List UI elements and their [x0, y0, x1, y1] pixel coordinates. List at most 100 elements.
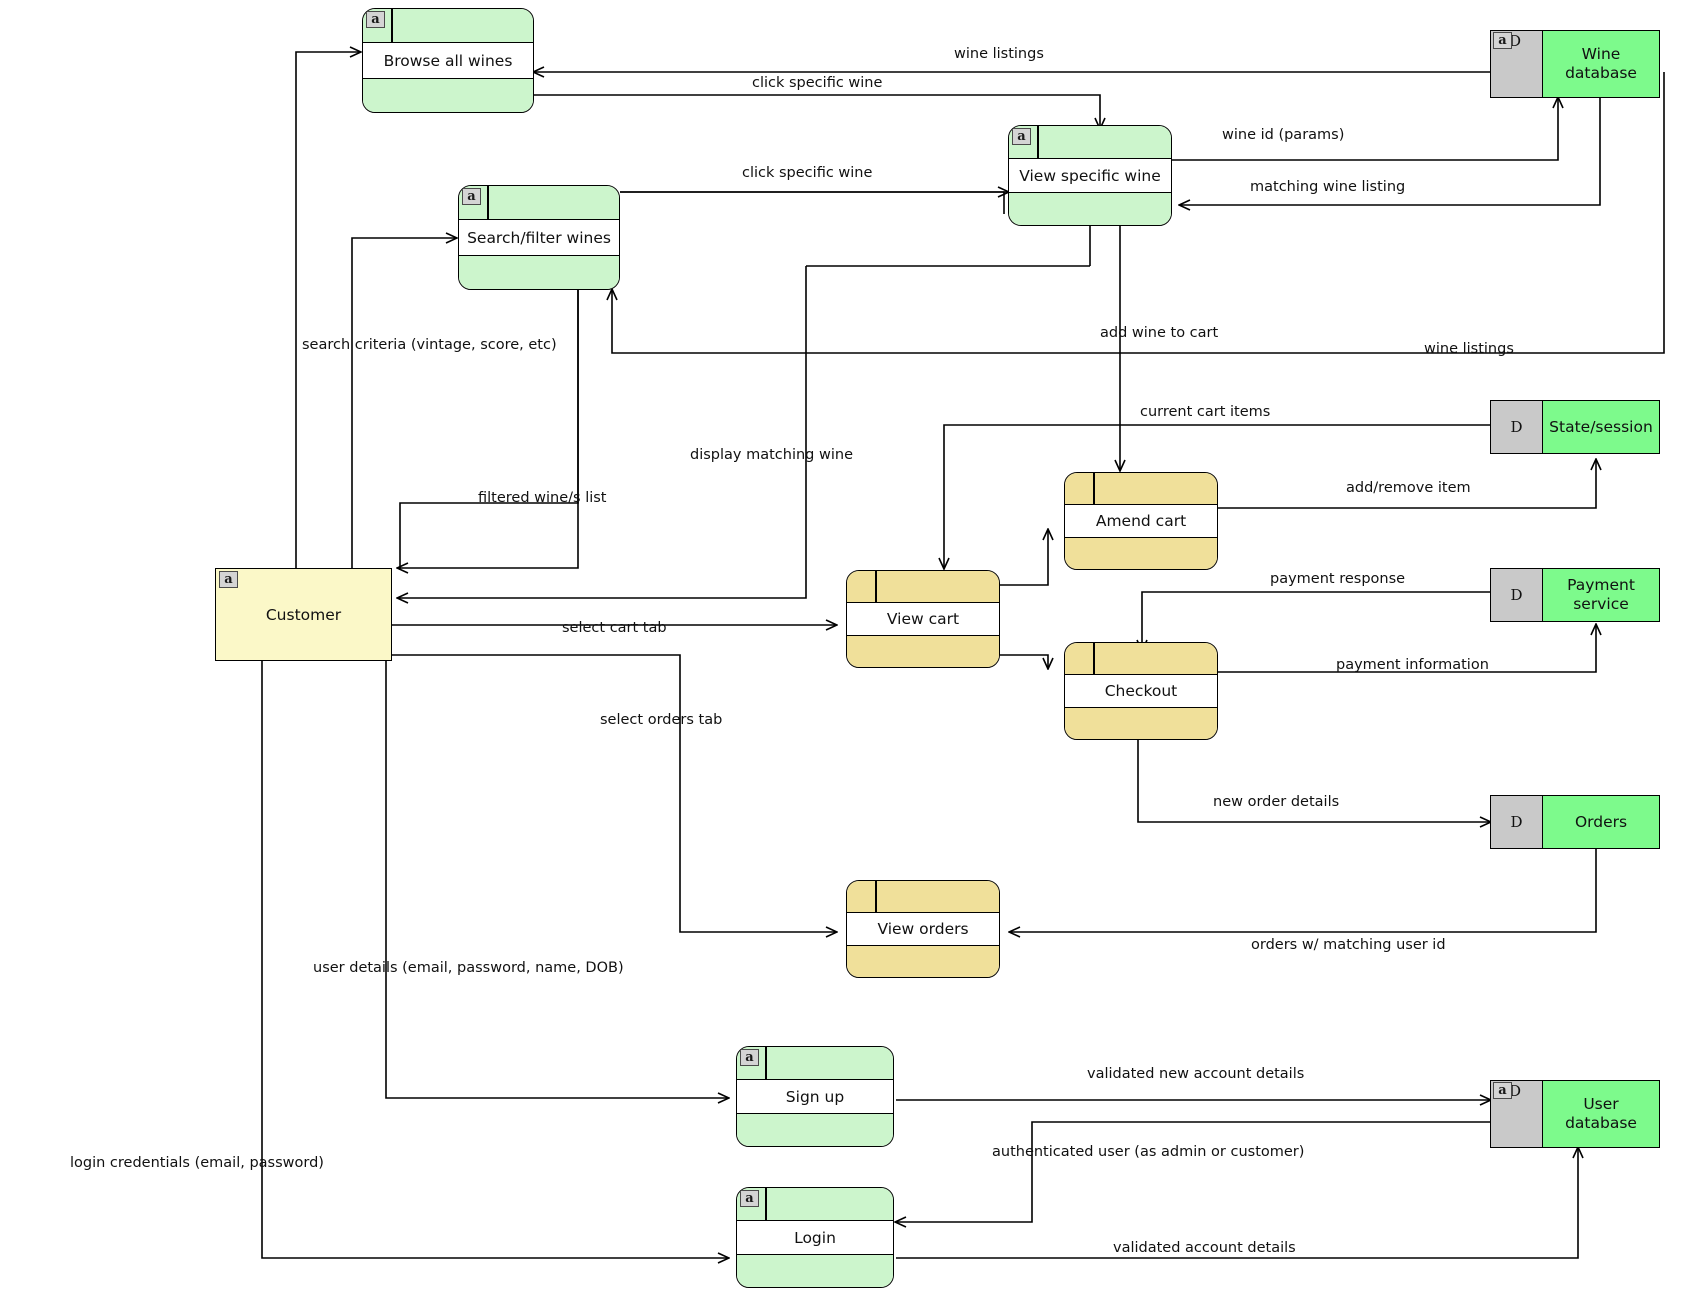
entity-label: Customer: [265, 605, 342, 624]
band-divider: [765, 1047, 767, 1079]
process-view-orders[interactable]: View orders: [846, 880, 1000, 978]
flow-label-orders-matching-user-id: orders w/ matching user id: [1251, 937, 1446, 953]
process-band-top: [847, 881, 999, 913]
flow-label-authenticated-user: authenticated user (as admin or customer…: [992, 1144, 1305, 1160]
process-label: Browse all wines: [363, 42, 533, 79]
dfd-canvas: a Browse all wines a Search/filter wines…: [0, 0, 1696, 1300]
process-checkout[interactable]: Checkout: [1064, 642, 1218, 740]
entity-customer[interactable]: a Customer: [215, 568, 392, 661]
process-view-cart[interactable]: View cart: [846, 570, 1000, 668]
process-band-top: a: [737, 1047, 893, 1080]
flow-label-click-specific-wine-search: click specific wine: [742, 165, 873, 181]
datastore-d-letter: D: [1510, 813, 1523, 831]
process-band-bottom: [847, 945, 999, 977]
datastore-label-line2: database: [1565, 64, 1637, 82]
datastore-label: Wine database: [1543, 31, 1659, 97]
datastore-state-session[interactable]: D State/session: [1490, 400, 1660, 454]
annotation-marker: a: [1012, 128, 1031, 145]
annotation-marker: a: [462, 188, 481, 205]
flow-label-add-remove-item: add/remove item: [1346, 480, 1471, 496]
process-band-top: a: [737, 1188, 893, 1221]
flow-label-matching-wine-listing: matching wine listing: [1250, 179, 1406, 195]
flow-label-user-details: user details (email, password, name, DOB…: [313, 960, 624, 976]
process-band-bottom: [737, 1254, 893, 1287]
band-divider: [391, 9, 393, 42]
annotation-marker: a: [1493, 32, 1512, 49]
process-login[interactable]: a Login: [736, 1187, 894, 1288]
process-label: View orders: [847, 912, 999, 946]
process-label: Search/filter wines: [459, 219, 619, 256]
datastore-type-cell: a D: [1491, 31, 1543, 97]
process-amend-cart[interactable]: Amend cart: [1064, 472, 1218, 570]
datastore-label: State/session: [1549, 417, 1653, 436]
flow-label-display-matching-wine: display matching wine: [690, 447, 853, 463]
process-band-top: [847, 571, 999, 603]
flow-label-wine-listings-mid: wine listings: [1424, 341, 1514, 357]
process-band-bottom: [847, 635, 999, 667]
process-band-bottom: [459, 255, 619, 289]
flow-label-wine-id-params: wine id (params): [1222, 127, 1345, 143]
process-label: View specific wine: [1009, 158, 1171, 193]
flow-label-click-specific-wine-browse: click specific wine: [752, 75, 883, 91]
flow-label-wine-listings-top: wine listings: [954, 46, 1044, 62]
datastore-payment-service[interactable]: D Payment service: [1490, 568, 1660, 622]
annotation-marker: a: [1493, 1082, 1512, 1099]
datastore-wine-database[interactable]: a D Wine database: [1490, 30, 1660, 98]
process-browse-all-wines[interactable]: a Browse all wines: [362, 8, 534, 113]
band-divider: [1093, 473, 1095, 504]
process-band-bottom: [1009, 192, 1171, 225]
process-label: Checkout: [1065, 674, 1217, 708]
process-label: Login: [737, 1220, 893, 1255]
datastore-type-cell: D: [1491, 796, 1543, 848]
process-band-bottom: [363, 78, 533, 112]
flow-label-select-cart-tab: select cart tab: [562, 620, 667, 636]
datastore-type-cell: D: [1491, 401, 1543, 453]
process-label: View cart: [847, 602, 999, 636]
annotation-marker: a: [740, 1190, 759, 1207]
datastore-label-line1: User: [1583, 1095, 1619, 1114]
datastore-d-letter: D: [1510, 418, 1523, 436]
process-band-top: [1065, 473, 1217, 505]
datastore-label-line1: Wine: [1581, 45, 1621, 64]
process-search-filter-wines[interactable]: a Search/filter wines: [458, 185, 620, 290]
datastore-d-letter: D: [1510, 586, 1523, 604]
flow-label-new-order-details: new order details: [1213, 794, 1340, 810]
process-band-top: [1065, 643, 1217, 675]
flow-label-search-criteria: search criteria (vintage, score, etc): [302, 337, 557, 353]
flow-label-add-wine-to-cart: add wine to cart: [1100, 325, 1219, 341]
flow-label-payment-response: payment response: [1270, 571, 1406, 587]
datastore-label: User database: [1543, 1081, 1659, 1147]
datastore-user-database[interactable]: a D User database: [1490, 1080, 1660, 1148]
process-band-top: a: [363, 9, 533, 43]
process-label: Sign up: [737, 1079, 893, 1114]
band-divider: [765, 1188, 767, 1220]
flow-label-payment-information: payment information: [1336, 657, 1489, 673]
process-label: Amend cart: [1065, 504, 1217, 538]
process-band-bottom: [1065, 707, 1217, 739]
process-sign-up[interactable]: a Sign up: [736, 1046, 894, 1147]
annotation-marker: a: [219, 571, 238, 588]
datastore-orders[interactable]: D Orders: [1490, 795, 1660, 849]
process-band-bottom: [737, 1113, 893, 1146]
flow-label-validated-account-details: validated account details: [1113, 1240, 1296, 1256]
annotation-marker: a: [740, 1049, 759, 1066]
annotation-marker: a: [366, 11, 385, 28]
band-divider: [1093, 643, 1095, 674]
flow-label-filtered-wines-list: filtered wine/s list: [478, 490, 607, 506]
flow-label-validated-new-account-details: validated new account details: [1087, 1066, 1305, 1082]
process-view-specific-wine[interactable]: a View specific wine: [1008, 125, 1172, 226]
datastore-label: Orders: [1574, 812, 1628, 831]
flow-label-current-cart-items: current cart items: [1140, 404, 1271, 420]
band-divider: [875, 881, 877, 912]
process-band-top: a: [1009, 126, 1171, 159]
process-band-top: a: [459, 186, 619, 220]
flow-label-login-credentials: login credentials (email, password): [70, 1155, 324, 1171]
datastore-label-line2: database: [1565, 1114, 1637, 1132]
datastore-type-cell: a D: [1491, 1081, 1543, 1147]
band-divider: [487, 186, 489, 219]
datastore-type-cell: D: [1491, 569, 1543, 621]
flow-label-select-orders-tab: select orders tab: [600, 712, 723, 728]
datastore-label: Payment service: [1567, 576, 1635, 613]
band-divider: [1037, 126, 1039, 158]
band-divider: [875, 571, 877, 602]
